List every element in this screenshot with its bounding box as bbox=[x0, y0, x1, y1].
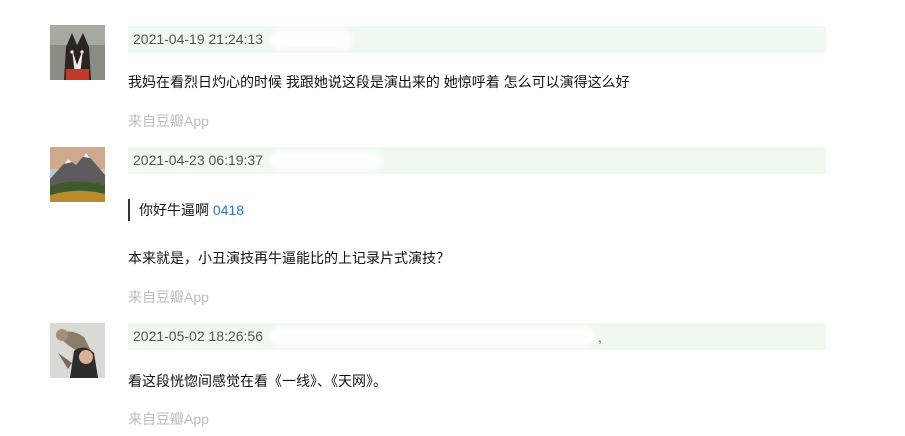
comment-timestamp: 2021-04-23 06:19:37 bbox=[133, 152, 263, 168]
username-redacted bbox=[270, 327, 595, 346]
comment-timestamp: 2021-04-19 21:24:13 bbox=[133, 31, 263, 47]
quoted-reply: 你好牛逼啊 0418 bbox=[128, 199, 244, 221]
comment-meta-bar: 2021-04-23 06:19:37 bbox=[128, 147, 826, 174]
comment-meta-bar: 2021-04-19 21:24:13 bbox=[128, 26, 826, 53]
avatar[interactable] bbox=[50, 147, 105, 202]
comment-timestamp: 2021-05-02 18:26:56 bbox=[133, 328, 263, 344]
username-redacted bbox=[270, 151, 382, 170]
quote-ref-link[interactable]: 0418 bbox=[213, 202, 244, 218]
comment-source: 来自豆瓣App bbox=[128, 113, 209, 129]
comment-source: 来自豆瓣App bbox=[128, 289, 209, 305]
comment-meta-bar: 2021-05-02 18:26:56 , bbox=[128, 323, 826, 350]
username-suffix: , bbox=[598, 329, 602, 345]
username-redacted bbox=[270, 30, 352, 49]
avatar[interactable] bbox=[50, 323, 105, 378]
comment-content: 看这段恍惚间感觉在看《一线》、《天网》。 bbox=[128, 373, 387, 389]
avatar[interactable] bbox=[50, 25, 105, 80]
quote-text: 你好牛逼啊 bbox=[139, 202, 209, 218]
dog-avatar-icon bbox=[50, 25, 105, 80]
comment-source: 来自豆瓣App bbox=[128, 411, 209, 427]
comment-content: 本来就是，小丑演技再牛逼能比的上记录片式演技？ bbox=[128, 250, 450, 266]
mountain-avatar-icon bbox=[50, 147, 105, 202]
comment-content: 我妈在看烈日灼心的时候 我跟她说这段是演出来的 她惊呼着 怎么可以演得这么好 bbox=[128, 74, 630, 90]
person-cat-avatar-icon bbox=[50, 323, 105, 378]
